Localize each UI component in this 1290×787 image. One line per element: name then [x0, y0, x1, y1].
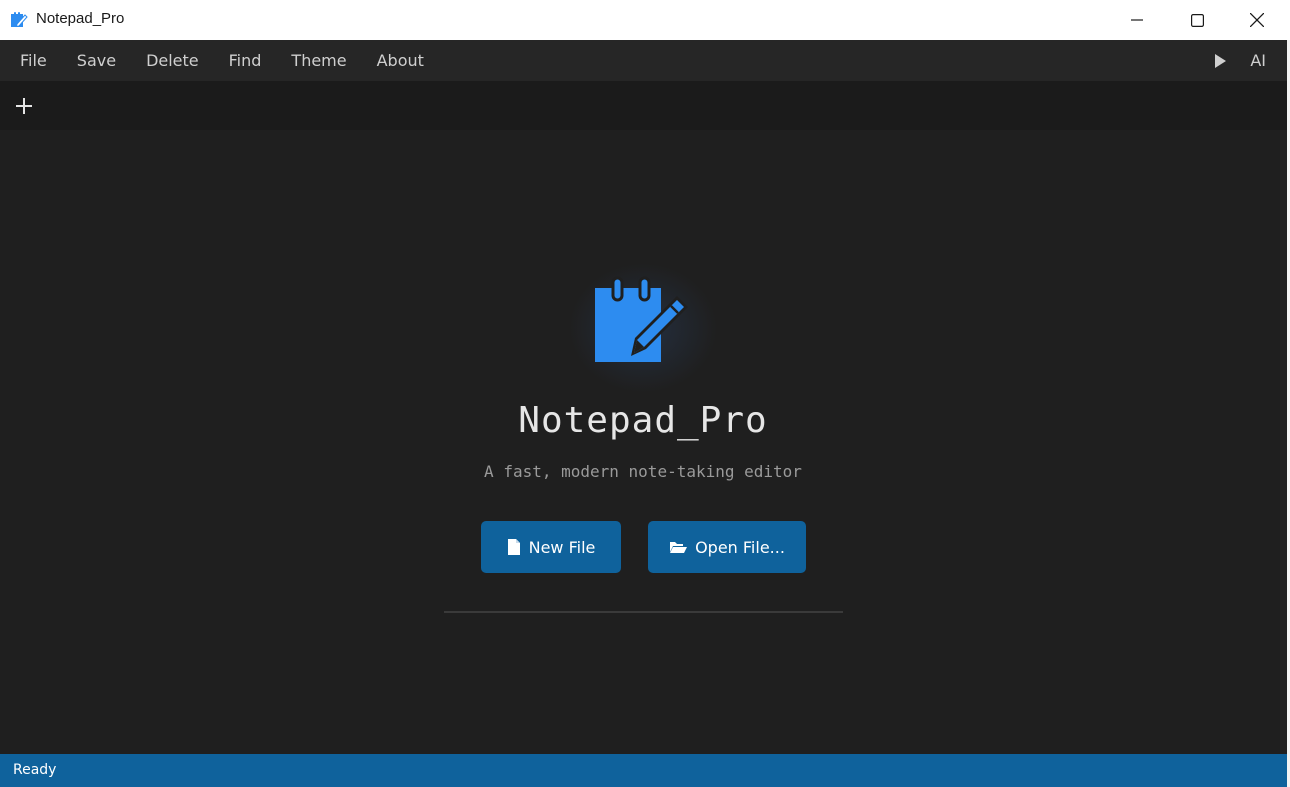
app-title: Notepad_Pro [518, 400, 768, 441]
tab-bar [0, 81, 1290, 130]
menu-about[interactable]: About [362, 40, 439, 81]
status-bar: Ready [0, 754, 1290, 787]
ai-button[interactable]: AI [1250, 40, 1266, 81]
new-file-button[interactable]: New File [481, 521, 621, 573]
folder-open-icon [670, 542, 688, 553]
title-bar: Notepad_Pro [0, 0, 1290, 40]
play-icon [1215, 53, 1227, 68]
menu-delete[interactable]: Delete [131, 40, 214, 81]
maximize-button[interactable] [1167, 0, 1227, 40]
app-subtitle: A fast, modern note-taking editor [484, 462, 802, 481]
run-button[interactable] [1206, 40, 1234, 81]
menu-save[interactable]: Save [62, 40, 131, 81]
status-text: Ready [13, 762, 57, 778]
maximize-icon [1190, 13, 1204, 27]
open-file-button[interactable]: Open File... [648, 521, 806, 573]
app-logo-icon [11, 12, 28, 28]
menu-find[interactable]: Find [214, 40, 277, 81]
new-file-label: New File [528, 537, 596, 557]
new-tab-button[interactable] [12, 94, 36, 118]
menu-bar: File Save Delete Find Theme About [0, 40, 1290, 81]
divider [444, 611, 843, 613]
minimize-icon [1131, 19, 1143, 21]
close-icon [1250, 13, 1264, 27]
menu-file[interactable]: File [0, 40, 62, 81]
notepad-pencil-icon [595, 276, 688, 362]
app-window: Notepad_Pro File Save Delete Find Theme … [0, 0, 1290, 787]
open-file-label: Open File... [695, 537, 785, 557]
close-button[interactable] [1227, 0, 1287, 40]
window-title: Notepad_Pro [36, 10, 125, 27]
file-icon [507, 539, 520, 555]
minimize-button[interactable] [1107, 0, 1167, 40]
menu-right-actions: AI [1206, 40, 1290, 81]
menu-theme[interactable]: Theme [276, 40, 361, 81]
plus-icon [16, 98, 32, 114]
welcome-screen: Notepad_Pro A fast, modern note-taking e… [0, 130, 1290, 754]
